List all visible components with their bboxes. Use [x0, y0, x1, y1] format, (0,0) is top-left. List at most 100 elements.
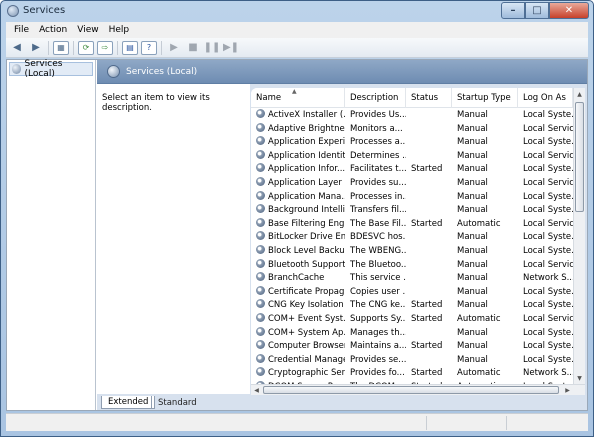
- toolbar-separator: [48, 40, 49, 55]
- horizontal-scroll-thumb[interactable]: [263, 386, 559, 394]
- menu-help[interactable]: Help: [104, 25, 135, 35]
- service-gear-icon: [256, 258, 265, 268]
- table-row[interactable]: CNG Key Isolation The CNG ke... Started Man…: [251, 299, 573, 313]
- toolbar-separator: [161, 40, 162, 55]
- cell-text: Manual: [457, 286, 488, 297]
- restart-service-icon[interactable]: ▶❚: [223, 40, 239, 56]
- service-description: Manages th...: [345, 327, 406, 341]
- export-list-icon[interactable]: ⇨: [97, 40, 113, 55]
- stop-service-icon[interactable]: ■: [185, 40, 201, 56]
- table-row[interactable]: BranchCache This service ... Manual Network…: [251, 272, 573, 286]
- table-row[interactable]: Base Filtering Engi... The Base Fil... Sta…: [251, 217, 573, 232]
- service-description: Provides fo...: [345, 367, 406, 381]
- table-row[interactable]: Bluetooth Support... The Bluetoo... Manual…: [251, 258, 573, 273]
- scroll-down-icon[interactable]: ▼: [574, 372, 585, 384]
- service-status: Started: [406, 367, 452, 381]
- service-startup-type: Automatic: [452, 367, 518, 381]
- service-gear-icon: [256, 353, 265, 363]
- title-bar[interactable]: Services – □ ✕: [1, 1, 593, 21]
- cell-text: Local Syste...: [523, 286, 573, 297]
- service-startup-type: Manual: [452, 109, 518, 123]
- table-row[interactable]: Background Intelli... Transfers fil... Man…: [251, 204, 573, 218]
- cell-text: Manual: [457, 341, 488, 352]
- table-row[interactable]: Computer Browser Maintains a... Started Man…: [251, 340, 573, 354]
- cell-text: ActiveX Installer (...: [268, 110, 345, 120]
- minimize-button[interactable]: –: [501, 2, 525, 19]
- cell-text: Local Service: [523, 177, 573, 188]
- service-name: Application Mana...: [251, 190, 345, 205]
- cell-text: The Bluetoo...: [350, 259, 406, 270]
- table-row[interactable]: Certificate Propag... Copies user ... Manu…: [251, 285, 573, 300]
- table-row[interactable]: Block Level Backu... The WBENG... Manual Lo…: [251, 244, 573, 259]
- properties-icon[interactable]: ▤: [122, 40, 138, 55]
- details-pane: Services (Local) Select an item to view …: [97, 60, 587, 410]
- help-icon[interactable]: ?: [141, 40, 157, 55]
- cell-text: Supports Sy...: [350, 313, 406, 324]
- service-name: Adaptive Brightness: [251, 122, 345, 137]
- column-header-label: Startup Type: [457, 93, 511, 103]
- pause-service-icon[interactable]: ❚❚: [204, 40, 221, 56]
- column-header-name[interactable]: ▲ Name: [251, 88, 345, 108]
- service-startup-type: Manual: [452, 340, 518, 354]
- console-tree: Services (Local): [7, 59, 96, 410]
- forward-arrow-icon[interactable]: ▶: [28, 40, 44, 56]
- console-client-area: Services (Local) Services (Local) Select…: [6, 59, 588, 411]
- menu-view[interactable]: View: [72, 25, 103, 35]
- start-service-icon[interactable]: ▶: [166, 40, 182, 56]
- table-row[interactable]: Application Experi... Processes a... Manua…: [251, 136, 573, 150]
- column-header-description[interactable]: Description: [345, 88, 406, 108]
- cell-text: Manual: [457, 245, 488, 256]
- column-header-log-on-as[interactable]: Log On As: [518, 88, 573, 108]
- service-gear-icon: [256, 340, 265, 350]
- table-row[interactable]: BitLocker Drive En... BDESVC hos... Manual…: [251, 231, 573, 245]
- vertical-scrollbar[interactable]: ▲ ▼: [573, 88, 585, 384]
- service-description: Monitors a...: [345, 123, 406, 137]
- cell-text: Local Service: [523, 150, 573, 161]
- service-description: Copies user ...: [345, 286, 406, 300]
- table-row[interactable]: COM+ Event Syst... Supports Sy... Started A…: [251, 312, 573, 327]
- table-row[interactable]: Application Identity Determines ... Manual…: [251, 149, 573, 164]
- menu-action[interactable]: Action: [34, 25, 72, 35]
- back-arrow-icon[interactable]: ◀: [9, 40, 25, 56]
- horizontal-scrollbar[interactable]: ◀ ▶: [251, 384, 585, 395]
- menu-file[interactable]: File: [9, 25, 34, 35]
- tab-standard[interactable]: Standard: [151, 396, 203, 409]
- service-name: Application Infor...: [251, 163, 345, 177]
- refresh-icon[interactable]: ⟳: [78, 40, 94, 55]
- maximize-button[interactable]: □: [525, 2, 549, 19]
- table-row[interactable]: Application Mana... Processes in... Manual…: [251, 190, 573, 205]
- service-description: Provides se...: [345, 354, 406, 368]
- services-app-icon: [7, 5, 19, 17]
- service-description: Maintains a...: [345, 340, 406, 354]
- service-startup-type: Automatic: [452, 313, 518, 327]
- scroll-up-icon[interactable]: ▲: [574, 88, 585, 100]
- column-header-status[interactable]: Status: [406, 88, 452, 108]
- cell-text: Local Syste...: [523, 164, 573, 175]
- tab-extended[interactable]: Extended: [101, 396, 156, 409]
- table-row[interactable]: Cryptographic Ser... Provides fo... Starte…: [251, 367, 573, 381]
- table-row[interactable]: Credential Manager Provides se... Manual Lo…: [251, 353, 573, 368]
- service-status: Started: [406, 163, 452, 177]
- cell-text: Determines ...: [350, 150, 406, 161]
- cell-text: Provides fo...: [350, 368, 405, 379]
- cell-text: Manual: [457, 150, 488, 161]
- cell-text: Provides Us...: [350, 110, 406, 120]
- vertical-scroll-thumb[interactable]: [575, 102, 584, 212]
- scroll-right-icon[interactable]: ▶: [562, 385, 573, 395]
- cell-text: Processes a...: [350, 137, 406, 148]
- table-row[interactable]: COM+ System Ap... Manages th... Manual Loca…: [251, 326, 573, 341]
- table-row[interactable]: Adaptive Brightness Monitors a... Manual Lo…: [251, 122, 573, 137]
- service-log-on-as: Local Service: [518, 150, 573, 164]
- table-row[interactable]: Application Infor... Facilitates t... Star…: [251, 163, 573, 177]
- cell-text: Computer Browser: [268, 341, 345, 352]
- close-button[interactable]: ✕: [549, 2, 589, 19]
- table-row[interactable]: ActiveX Installer (... Provides Us... Manu…: [251, 109, 573, 123]
- column-header-startup-type[interactable]: Startup Type: [452, 88, 518, 108]
- tree-item-services-local[interactable]: Services (Local): [9, 59, 93, 79]
- column-header-label: Description: [350, 93, 399, 103]
- cell-text: Local Service: [523, 123, 573, 134]
- table-row[interactable]: Application Layer ... Provides su... Manua…: [251, 176, 573, 191]
- show-hide-tree-icon[interactable]: ▦: [53, 40, 69, 55]
- scroll-left-icon[interactable]: ◀: [251, 385, 262, 395]
- service-gear-icon: [256, 204, 265, 214]
